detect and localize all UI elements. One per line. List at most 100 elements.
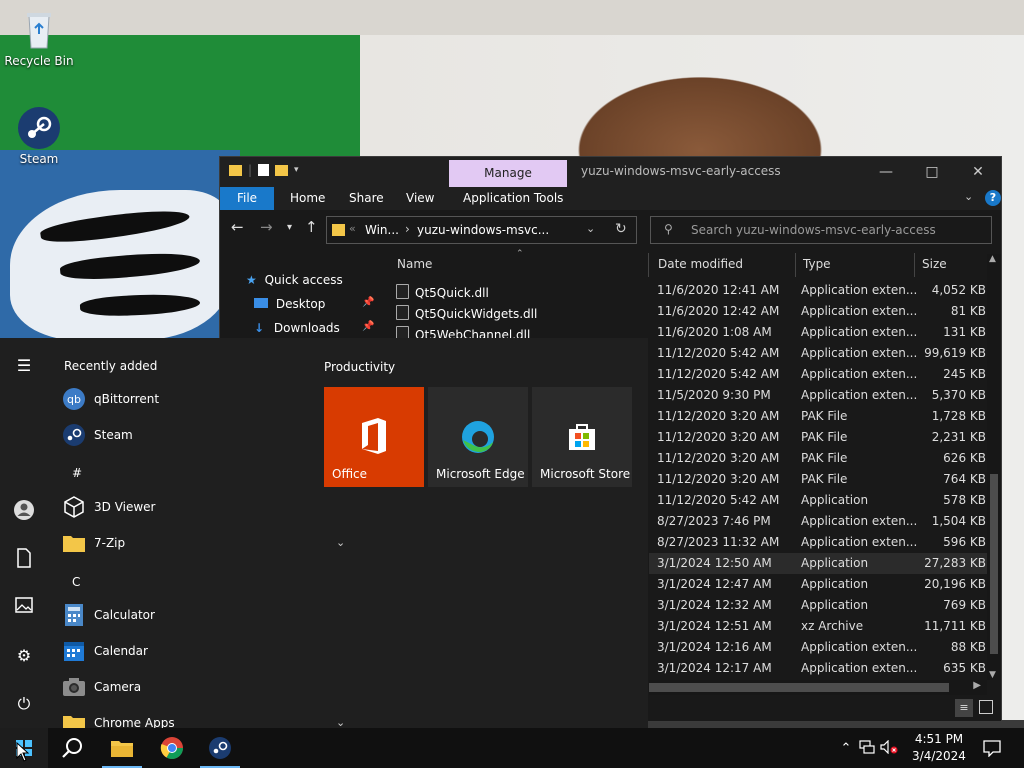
letter-header[interactable]: C <box>72 575 80 589</box>
settings-gear-icon[interactable]: ⚙ <box>12 644 36 668</box>
file-row[interactable]: 3/1/2024 12:16 AM Application exten... 88 … <box>649 637 989 658</box>
tab-file[interactable]: File <box>220 187 274 210</box>
nav-desktop[interactable]: Desktop <box>254 297 325 311</box>
details-view-icon[interactable]: ≡ <box>955 699 973 717</box>
scroll-right-icon[interactable]: ▶ <box>973 680 981 691</box>
search-button[interactable] <box>48 728 96 768</box>
taskbar-chrome[interactable] <box>148 728 196 768</box>
system-clock[interactable]: 4:51 PM 3/4/2024 <box>906 731 972 765</box>
app-steam[interactable]: Steam <box>62 419 133 451</box>
app-qbittorrent[interactable]: qb qBittorrent <box>62 383 159 415</box>
large-icons-view-icon[interactable] <box>979 700 993 714</box>
vertical-scrollbar[interactable]: ▲ ▼ <box>987 254 1001 680</box>
file-row[interactable]: 8/27/2023 7:46 PM Application exten... 1,5… <box>649 511 989 532</box>
tab-manage[interactable]: Manage <box>449 160 567 187</box>
chevron-down-icon[interactable]: ⌄ <box>336 536 345 549</box>
tile-microsoft-store[interactable]: Microsoft Store <box>532 387 632 487</box>
scroll-up-icon[interactable]: ▲ <box>989 254 996 264</box>
app-3d-viewer[interactable]: 3D Viewer <box>62 491 155 523</box>
forward-icon[interactable]: → <box>260 218 273 236</box>
refresh-icon[interactable]: ↻ <box>615 221 627 237</box>
file-row[interactable]: 11/6/2020 12:41 AM Application exten... 4,… <box>649 280 989 301</box>
start-button[interactable] <box>0 728 48 768</box>
address-overflow[interactable]: « <box>349 222 356 235</box>
maximize-button[interactable]: □ <box>909 160 955 184</box>
network-icon[interactable] <box>856 739 878 757</box>
column-header-type[interactable]: Type <box>803 257 831 271</box>
taskbar-steam[interactable] <box>196 728 244 768</box>
hamburger-menu-icon[interactable]: ☰ <box>12 354 36 378</box>
file-name-row[interactable]: Qt5Quick.dll <box>396 284 489 300</box>
tab-home[interactable]: Home <box>290 187 325 210</box>
file-row[interactable]: 11/12/2020 3:20 AM PAK File 2,231 KB <box>649 427 989 448</box>
app-calendar[interactable]: Calendar <box>62 635 148 667</box>
file-row[interactable]: 11/12/2020 5:42 AM Application exten... 24… <box>649 364 989 385</box>
user-account-icon[interactable] <box>12 499 36 523</box>
minimize-button[interactable]: — <box>863 160 909 184</box>
address-bar[interactable]: « Win... › yuzu-windows-msvc... ⌄ ↻ <box>326 216 637 244</box>
new-folder-icon[interactable] <box>275 164 289 176</box>
chevron-down-icon[interactable]: ▾ <box>294 165 299 175</box>
tab-view[interactable]: View <box>406 187 434 210</box>
app-7-zip[interactable]: 7-Zip <box>62 527 125 559</box>
nav-quick-access[interactable]: ★ Quick access <box>246 273 343 287</box>
column-header-name[interactable]: Name <box>397 257 432 271</box>
app-camera[interactable]: Camera <box>62 671 141 703</box>
file-row[interactable]: 11/12/2020 3:20 AM PAK File 626 KB <box>649 448 989 469</box>
file-name-row[interactable]: Qt5QuickWidgets.dll <box>396 305 537 321</box>
file-row[interactable]: 11/12/2020 3:20 AM PAK File 1,728 KB <box>649 406 989 427</box>
taskbar-file-explorer[interactable] <box>98 728 146 768</box>
up-icon[interactable]: ↑ <box>305 218 318 236</box>
tile-microsoft-edge[interactable]: Microsoft Edge <box>428 387 528 487</box>
letter-header[interactable]: # <box>72 466 82 480</box>
column-separator[interactable] <box>648 253 649 277</box>
close-button[interactable]: ✕ <box>955 160 1001 184</box>
file-row[interactable]: 11/12/2020 5:42 AM Application exten... 99… <box>649 343 989 364</box>
file-row[interactable]: 3/1/2024 12:50 AM Application 27,283 KB <box>649 553 989 574</box>
help-icon[interactable]: ? <box>985 190 1001 206</box>
power-icon[interactable]: ⏻ <box>12 692 36 716</box>
nav-downloads[interactable]: ↓ Downloads <box>254 321 340 335</box>
file-row[interactable]: 11/5/2020 9:30 PM Application exten... 5,3… <box>649 385 989 406</box>
app-calculator[interactable]: Calculator <box>62 599 155 631</box>
recent-locations-icon[interactable]: ▾ <box>287 222 292 233</box>
file-row[interactable]: 3/1/2024 12:47 AM Application 20,196 KB <box>649 574 989 595</box>
breadcrumb-chevron-icon[interactable]: › <box>405 222 410 236</box>
properties-icon[interactable] <box>258 164 270 176</box>
pictures-icon[interactable] <box>12 596 36 620</box>
column-header-date[interactable]: Date modified <box>658 257 743 271</box>
mouse-cursor-icon <box>16 742 30 762</box>
back-icon[interactable]: ← <box>231 218 244 236</box>
breadcrumb-segment[interactable]: Win... <box>365 223 399 237</box>
file-row[interactable]: 3/1/2024 12:17 AM Application exten... 635… <box>649 658 989 679</box>
file-row[interactable]: 11/6/2020 1:08 AM Application exten... 131… <box>649 322 989 343</box>
file-row[interactable]: 11/12/2020 3:20 AM PAK File 764 KB <box>649 469 989 490</box>
breadcrumb-segment[interactable]: yuzu-windows-msvc... <box>417 223 549 237</box>
ribbon-tabs: File Home Share View Application Tools ⌄… <box>220 187 1001 210</box>
volume-muted-icon[interactable] <box>878 739 900 757</box>
file-row[interactable]: 3/1/2024 12:51 AM xz Archive 11,711 KB <box>649 616 989 637</box>
column-header-size[interactable]: Size <box>922 257 947 271</box>
documents-icon[interactable] <box>12 548 36 572</box>
file-row[interactable]: 8/27/2023 11:32 AM Application exten... 59… <box>649 532 989 553</box>
file-row[interactable]: 3/1/2024 12:32 AM Application 769 KB <box>649 595 989 616</box>
file-row[interactable]: 11/6/2020 12:42 AM Application exten... 81… <box>649 301 989 322</box>
column-separator[interactable] <box>795 253 796 277</box>
horizontal-scrollbar[interactable]: ▶ <box>649 680 987 695</box>
expand-ribbon-icon[interactable]: ⌄ <box>964 190 973 203</box>
search-input[interactable]: ⚲ Search yuzu-windows-msvc-early-access <box>650 216 992 244</box>
scrollbar-thumb[interactable] <box>649 683 949 692</box>
tab-share[interactable]: Share <box>349 187 384 210</box>
tile-group-title[interactable]: Productivity <box>324 360 395 374</box>
tile-office[interactable]: Office <box>324 387 424 487</box>
scrollbar-thumb[interactable] <box>990 474 998 654</box>
column-separator[interactable] <box>914 253 915 277</box>
tab-application-tools[interactable]: Application Tools <box>463 187 563 210</box>
scroll-down-icon[interactable]: ▼ <box>989 670 996 680</box>
desktop-icon-steam[interactable]: Steam <box>1 106 77 166</box>
file-row[interactable]: 11/12/2020 5:42 AM Application 578 KB <box>649 490 989 511</box>
action-center-button[interactable] <box>968 728 1016 768</box>
desktop-icon-recycle-bin[interactable]: Recycle Bin <box>1 8 77 68</box>
chevron-up-icon[interactable]: ⌃ <box>836 741 856 756</box>
chevron-down-icon[interactable]: ⌄ <box>586 222 595 235</box>
